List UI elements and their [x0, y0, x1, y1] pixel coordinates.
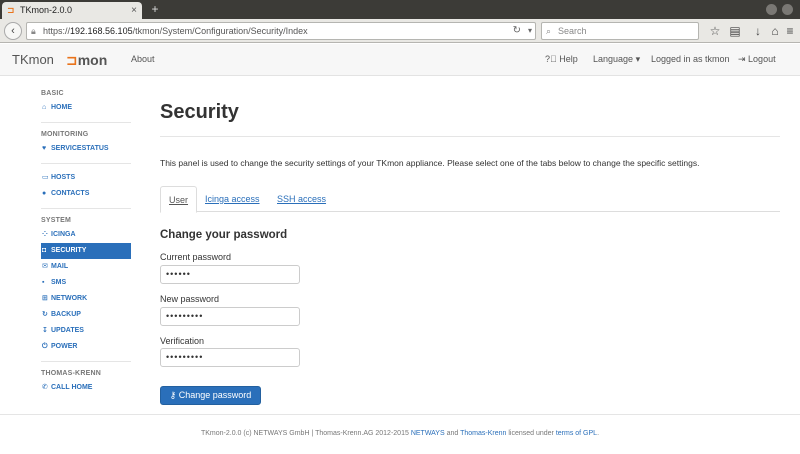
- power-icon: ⏻: [42, 343, 48, 350]
- home-icon: ⌂: [42, 104, 47, 111]
- sidebar-section-monitoring: MONITORING: [41, 131, 89, 138]
- app-header: TKmon ⊐mon About ?⃝ Help Language ▾ Logg…: [0, 44, 800, 76]
- browser-tab-bar: ⊐ TKmon-2.0.0 × +: [0, 0, 800, 19]
- sidebar-item-backup[interactable]: ↻ BACKUP: [41, 307, 131, 323]
- browser-tab[interactable]: ⊐ TKmon-2.0.0 ×: [2, 2, 142, 19]
- menu-icon[interactable]: ≡: [782, 22, 798, 40]
- tkmon-favicon-icon: ⊐: [7, 5, 15, 15]
- chevron-down-icon[interactable]: ▾: [528, 23, 532, 39]
- security-tabs: User Icinga access SSH access: [160, 186, 780, 213]
- title-divider: [160, 136, 780, 137]
- user-icon: ●: [42, 190, 47, 197]
- tab-ssh-access[interactable]: SSH access: [269, 186, 334, 212]
- tab-icinga-access[interactable]: Icinga access: [197, 186, 268, 212]
- heart-icon: ♥: [42, 145, 47, 152]
- reload-icon[interactable]: ↻: [513, 23, 521, 39]
- chevron-down-icon: ▾: [635, 54, 641, 64]
- lock-icon: 🔒︎: [31, 26, 36, 36]
- main-content: Security This panel is used to change th…: [160, 88, 780, 405]
- browser-search-input[interactable]: ⌕ Search: [541, 22, 699, 40]
- new-password-label: New password: [160, 294, 220, 304]
- sidebar-divider: [41, 163, 131, 164]
- sidebar-item-contacts[interactable]: ● CONTACTS: [41, 186, 131, 202]
- form-title: Change your password: [160, 229, 288, 241]
- search-icon: ⌕: [546, 26, 552, 36]
- url-bar[interactable]: 🔒︎ https://192.168.56.105/tkmon/System/C…: [26, 22, 536, 40]
- about-link[interactable]: About: [131, 44, 155, 75]
- download-icon[interactable]: ↓: [750, 22, 766, 40]
- sidebar-section-basic: BASIC: [41, 90, 64, 97]
- netways-link[interactable]: NETWAYS: [411, 430, 445, 437]
- minimize-window-button[interactable]: [766, 4, 777, 15]
- sidebar-item-security[interactable]: ◘ SECURITY: [41, 243, 131, 259]
- tab-user[interactable]: User: [160, 186, 198, 213]
- sidebar-item-power[interactable]: ⏻ POWER: [41, 339, 131, 355]
- sidebar-divider: [41, 361, 131, 362]
- reader-icon[interactable]: ▤: [727, 22, 743, 40]
- sidebar-item-home[interactable]: ⌂ HOME: [41, 100, 131, 116]
- star-icon[interactable]: ☆: [707, 22, 723, 40]
- verification-label: Verification: [160, 336, 205, 346]
- sidebar-item-hosts[interactable]: ▭ HOSTS: [41, 170, 131, 186]
- monitor-icon: ▭: [42, 174, 49, 181]
- search-placeholder: Search: [558, 26, 587, 36]
- sidebar-item-call-home[interactable]: ✆ CALL HOME: [41, 380, 131, 396]
- logged-in-user: Logged in as tkmon: [651, 54, 730, 64]
- gpl-link[interactable]: terms of GPL: [556, 430, 597, 437]
- sidebar-item-network[interactable]: ⊞ NETWORK: [41, 291, 131, 307]
- sidebar-section-thomas-krenn: THOMAS-KRENN: [41, 370, 101, 377]
- brand-name[interactable]: TKmon: [12, 44, 54, 75]
- tab-close-icon[interactable]: ×: [131, 2, 137, 19]
- home-icon[interactable]: ⌂: [767, 22, 783, 40]
- footer: TKmon-2.0.0 (c) NETWAYS GmbH | Thomas-Kr…: [0, 414, 800, 454]
- browser-tab-title: TKmon-2.0.0: [20, 5, 73, 15]
- network-icon: ⊞: [42, 295, 48, 302]
- language-dropdown[interactable]: Language ▾: [593, 44, 640, 75]
- thomas-krenn-link[interactable]: Thomas-Krenn: [460, 430, 506, 437]
- sidebar-item-updates[interactable]: ↧ UPDATES: [41, 323, 131, 339]
- page-title: Security: [160, 101, 239, 123]
- key-icon: ⚷: [169, 390, 179, 400]
- new-tab-button[interactable]: +: [148, 2, 162, 17]
- back-icon[interactable]: ‹: [4, 22, 22, 40]
- verification-field[interactable]: •••••••••: [160, 348, 300, 367]
- sidebar-section-system: SYSTEM: [41, 217, 71, 224]
- sidebar-item-icinga[interactable]: ⁘ ICINGA: [41, 227, 131, 243]
- sidebar-item-mail[interactable]: ✉ MAIL: [41, 259, 131, 275]
- intro-text: This panel is used to change the securit…: [160, 158, 700, 168]
- logout-icon: ⇥: [738, 54, 749, 64]
- tkmon-logo: ⊐mon: [66, 52, 108, 68]
- download-icon: ↧: [42, 327, 48, 334]
- url-path: /tkmon/System/Configuration/Security/Ind…: [132, 26, 308, 36]
- help-icon: ?⃝: [545, 54, 560, 64]
- url-host: 192.168.56.105: [70, 26, 133, 36]
- icinga-icon: ⁘: [42, 231, 48, 238]
- sidebar-divider: [41, 208, 131, 209]
- mail-icon: ✉: [42, 263, 48, 270]
- sidebar: BASIC ⌂ HOME MONITORING ♥ SERVICESTATUS ▭ H…: [41, 88, 131, 396]
- lock-icon: ◘: [42, 247, 47, 254]
- current-password-label: Current password: [160, 252, 232, 262]
- change-password-button[interactable]: ⚷ Change password: [160, 386, 261, 405]
- help-link[interactable]: ?⃝ Help: [545, 44, 578, 75]
- sidebar-item-servicestatus[interactable]: ♥ SERVICESTATUS: [41, 141, 131, 157]
- chat-icon: ▪: [42, 279, 45, 286]
- logout-link[interactable]: ⇥ Logout: [738, 44, 776, 75]
- close-window-button[interactable]: [782, 4, 793, 15]
- refresh-icon: ↻: [42, 311, 48, 318]
- sidebar-item-sms[interactable]: ▪ SMS: [41, 275, 131, 291]
- url-prefix: https://: [43, 26, 71, 36]
- browser-nav-bar: ‹ 🔒︎ https://192.168.56.105/tkmon/System…: [0, 19, 800, 43]
- phone-icon: ✆: [42, 384, 48, 391]
- current-password-field[interactable]: ••••••: [160, 265, 300, 284]
- sidebar-divider: [41, 122, 131, 123]
- new-password-field[interactable]: •••••••••: [160, 307, 300, 326]
